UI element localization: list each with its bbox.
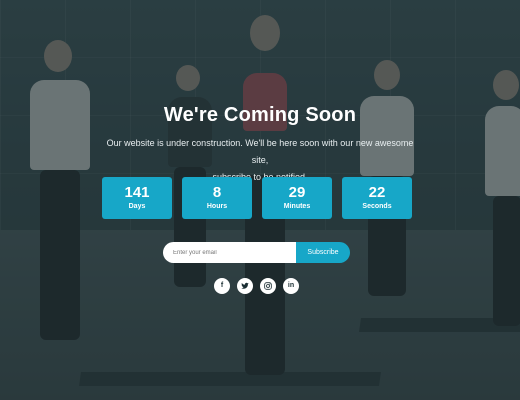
countdown-label: Days <box>128 203 146 210</box>
countdown-seconds: 22 Seconds <box>342 177 412 219</box>
countdown-value: 22 <box>368 184 386 201</box>
subscribe-button[interactable]: Subscribe <box>296 242 350 263</box>
coming-soon-panel: We're Coming Soon Our website is under c… <box>0 0 520 400</box>
countdown-label: Seconds <box>362 203 392 210</box>
countdown-value: 29 <box>288 184 306 201</box>
countdown-timer: 141 Days 8 Hours 29 Minutes 22 Seconds <box>102 177 422 219</box>
twitter-icon[interactable] <box>237 278 253 294</box>
countdown-label: Hours <box>206 203 228 210</box>
countdown-hours: 8 Hours <box>182 177 252 219</box>
countdown-minutes: 29 Minutes <box>262 177 332 219</box>
countdown-label: Minutes <box>283 203 311 210</box>
social-links: f in <box>214 278 304 294</box>
instagram-glyph-icon <box>264 282 272 290</box>
subtitle-line: Our website is under construction. We'll… <box>106 138 414 165</box>
countdown-value: 8 <box>212 184 222 201</box>
facebook-icon[interactable]: f <box>214 278 230 294</box>
instagram-icon[interactable] <box>260 278 276 294</box>
page-title: We're Coming Soon <box>163 104 357 126</box>
twitter-bird-icon <box>241 282 249 289</box>
countdown-days: 141 Days <box>102 177 172 219</box>
countdown-value: 141 <box>124 184 150 201</box>
linkedin-icon[interactable]: in <box>283 278 299 294</box>
email-field[interactable] <box>163 242 297 263</box>
subscribe-form: Subscribe <box>163 242 350 263</box>
